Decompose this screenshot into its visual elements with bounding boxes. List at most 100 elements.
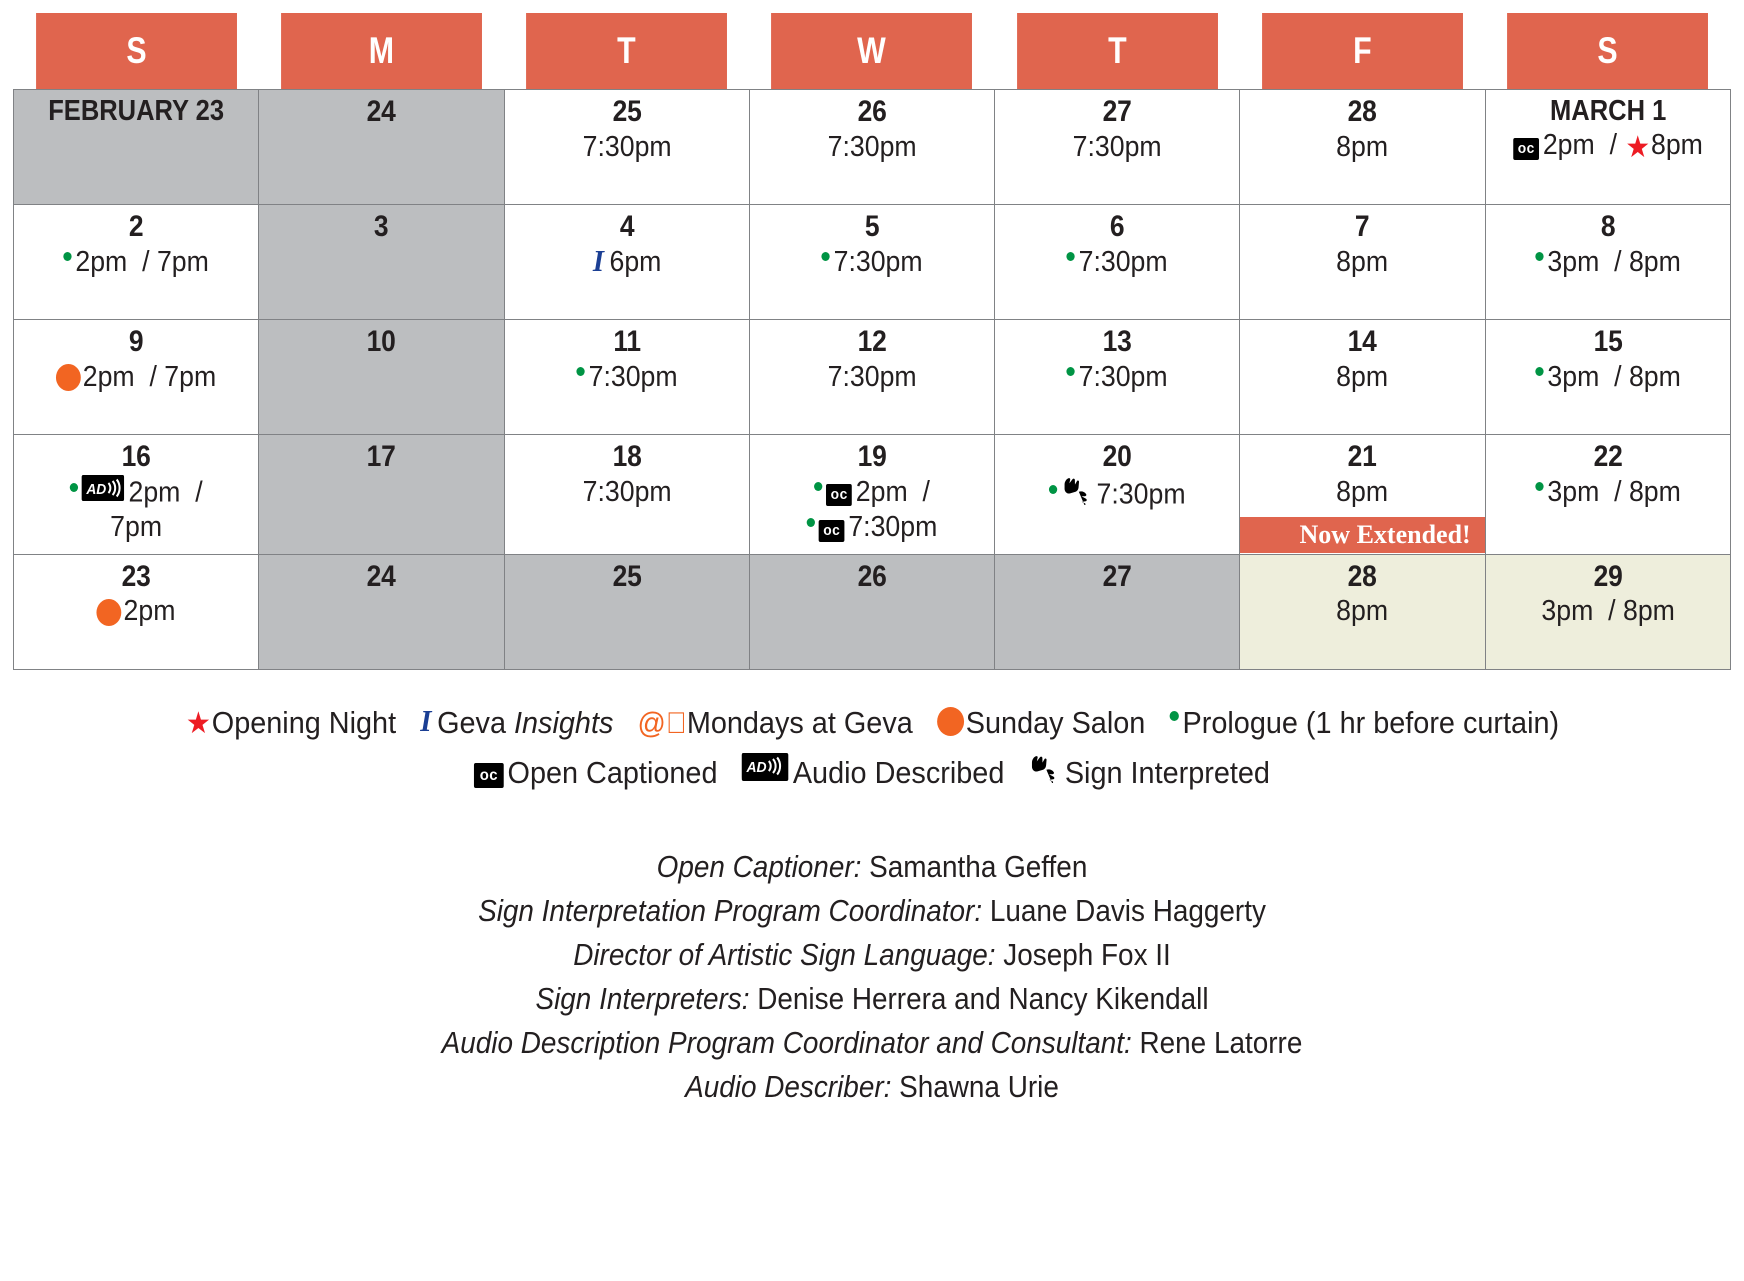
prologue-dot-icon	[69, 482, 78, 492]
performance-time-line: 3pm / 8pm	[1541, 595, 1675, 628]
performance-times: AD 2pm / 7pm	[27, 474, 244, 546]
open-captioned-icon: oc	[826, 484, 852, 507]
now-extended-banner: Now Extended!	[1240, 516, 1485, 553]
sunday-salon-circle-icon	[56, 363, 81, 391]
performance-time-line: 3pm / 8pm	[1499, 475, 1716, 510]
calendar-week-row: 23 2pm 24 25 26 27 Now Extended! 28 8pm 29 3pm / 8…	[12, 516, 1732, 670]
performance-times: 7:30pm	[1009, 475, 1226, 513]
prologue-dot-icon	[576, 367, 585, 377]
calendar-day-cell: 4 I 6pm	[503, 204, 750, 320]
weekday-header-0: S	[35, 13, 237, 90]
day-number: 4	[619, 210, 634, 243]
calendar-day-cell: 26	[748, 553, 996, 670]
performance-times: 7:30pm	[1009, 245, 1226, 280]
legend-item-0: ★Opening Night	[185, 697, 396, 747]
prologue-dot-icon	[63, 252, 72, 262]
calendar-week-row: FEBRUARY 23 24 25 7:30pm 26 7:30pm 27 7:30pm 28 8…	[12, 89, 1732, 205]
sign-interpreted-icon	[1029, 753, 1062, 783]
weekday-header-4: T	[1016, 13, 1218, 90]
open-captioned-icon: oc	[818, 519, 845, 542]
legend-label: Geva Insights	[437, 704, 614, 740]
calendar-day-cell: 27	[994, 553, 1241, 670]
day-number: 9	[128, 325, 144, 358]
prologue-dot-icon	[814, 482, 823, 492]
day-number: 26	[857, 559, 887, 593]
calendar-day-cell: 8 3pm / 8pm	[1484, 204, 1732, 320]
credit-line: Audio Description Program Coordinator an…	[87, 1021, 1657, 1065]
legend-access-item-1: AD Audio Described	[741, 747, 1004, 797]
day-number: 25	[612, 559, 642, 593]
performance-time-line: 8pm	[1336, 475, 1389, 508]
performance-times: 7:30pm	[518, 130, 735, 165]
day-number: 28	[1348, 95, 1378, 128]
performance-time-line: I 6pm	[592, 243, 661, 279]
performance-time-line: 8pm	[1336, 245, 1389, 278]
performance-times: I 6pm	[518, 245, 735, 280]
day-number: 5	[864, 210, 880, 243]
performance-calendar-page: SMTWTFS FEBRUARY 23 24 25 7:30pm 26 7:30pm 27 7…	[0, 13, 1744, 1281]
legend-label-emphasis: Insights	[514, 704, 614, 740]
day-number: 6	[1110, 210, 1125, 243]
day-number: 19	[857, 440, 887, 473]
day-number: 21	[1348, 440, 1378, 473]
day-number: 27	[1102, 559, 1132, 593]
performance-times: 7:30pm	[1009, 130, 1226, 165]
credit-role: Open Captioner:	[656, 849, 862, 885]
day-number: 13	[1102, 325, 1132, 358]
legend-label: Open Captioned	[507, 755, 718, 791]
credit-role: Sign Interpreters:	[535, 981, 750, 1017]
prologue-dot-icon	[821, 252, 830, 262]
performance-time-line: 7:30pm	[763, 245, 980, 280]
performance-time-line: 7:30pm	[1009, 475, 1226, 513]
mondays-at-geva-icon: @⃝	[637, 707, 687, 741]
legend-row-primary: ★Opening Night I Geva Insights @⃝Mondays at…	[61, 696, 1683, 747]
calendar-day-cell: 24	[258, 89, 505, 205]
open-captioned-icon: oc	[1513, 138, 1539, 161]
performance-time-line: oc 2pm / ★8pm	[1499, 128, 1716, 163]
performance-times: 7:30pm	[763, 130, 980, 165]
calendar-day-cell: 6 7:30pm	[994, 204, 1241, 320]
calendar-day-cell: 13 7:30pm	[994, 319, 1241, 435]
credit-line: Director of Artistic Sign Language: Jose…	[87, 933, 1657, 977]
audio-described-icon: AD	[81, 474, 124, 501]
performance-times: 3pm / 8pm	[1499, 594, 1716, 629]
calendar-body: FEBRUARY 23 24 25 7:30pm 26 7:30pm 27 7:30pm 28 8…	[12, 89, 1732, 670]
day-number: 25	[612, 95, 642, 128]
calendar-day-cell: 5 7:30pm	[748, 204, 996, 320]
day-number: 18	[612, 440, 642, 473]
calendar-weekday-header-row: SMTWTFS	[14, 13, 1731, 90]
sunday-salon-circle-icon	[96, 598, 122, 626]
performance-time-line: 3pm / 8pm	[1499, 245, 1716, 280]
performance-time-line: 7:30pm	[1072, 130, 1162, 163]
day-number: 3	[374, 210, 389, 243]
performance-times: 7:30pm	[1009, 360, 1226, 395]
prologue-dot-icon	[1535, 252, 1544, 262]
legend-item-3: Sunday Salon	[936, 697, 1146, 747]
performance-time-line: 7:30pm	[1009, 360, 1226, 395]
calendar-week-row: 9 2pm / 7pm 10 11 7:30pm 12 7:30pm 13 7:30pm 14 8p…	[12, 319, 1732, 435]
calendar-day-cell: 22 3pm / 8pm	[1484, 434, 1732, 555]
weekday-header-5: F	[1261, 13, 1464, 90]
prologue-dot-icon	[1535, 482, 1544, 492]
day-number: 2	[128, 210, 144, 243]
calendar-day-cell: MARCH 1 oc 2pm / ★8pm	[1484, 89, 1732, 205]
legend-label: Sign Interpreted	[1064, 755, 1270, 791]
calendar-day-cell: 10	[258, 319, 505, 435]
day-number: 16	[121, 440, 151, 473]
performance-times: 8pm	[1254, 130, 1471, 165]
legend-row-accessibility: oc Open Captioned AD Audio Described Sign In…	[61, 747, 1683, 798]
prologue-dot-icon	[1048, 484, 1058, 494]
prologue-dot-icon	[1066, 252, 1076, 262]
day-number: 12	[857, 325, 887, 358]
legend-access-item-2: Sign Interpreted	[1029, 747, 1270, 797]
legend-label: Sunday Salon	[965, 704, 1146, 740]
performance-times: 7:30pm	[763, 360, 980, 395]
performance-time-line: 8pm	[1336, 130, 1389, 163]
calendar-week-row: 2 2pm / 7pm 3 4 I 6pm 5 7:30pm 6 7:30pm 7 8pm 8 3pm /…	[12, 204, 1732, 320]
calendar-day-cell: 15 3pm / 8pm	[1484, 319, 1732, 435]
credit-role: Audio Describer:	[685, 1069, 892, 1105]
calendar-day-cell: 3	[258, 204, 505, 320]
performance-times: 2pm / 7pm	[27, 245, 244, 280]
weekday-header-6: S	[1507, 13, 1709, 90]
calendar-day-cell: 26 7:30pm	[748, 89, 996, 205]
